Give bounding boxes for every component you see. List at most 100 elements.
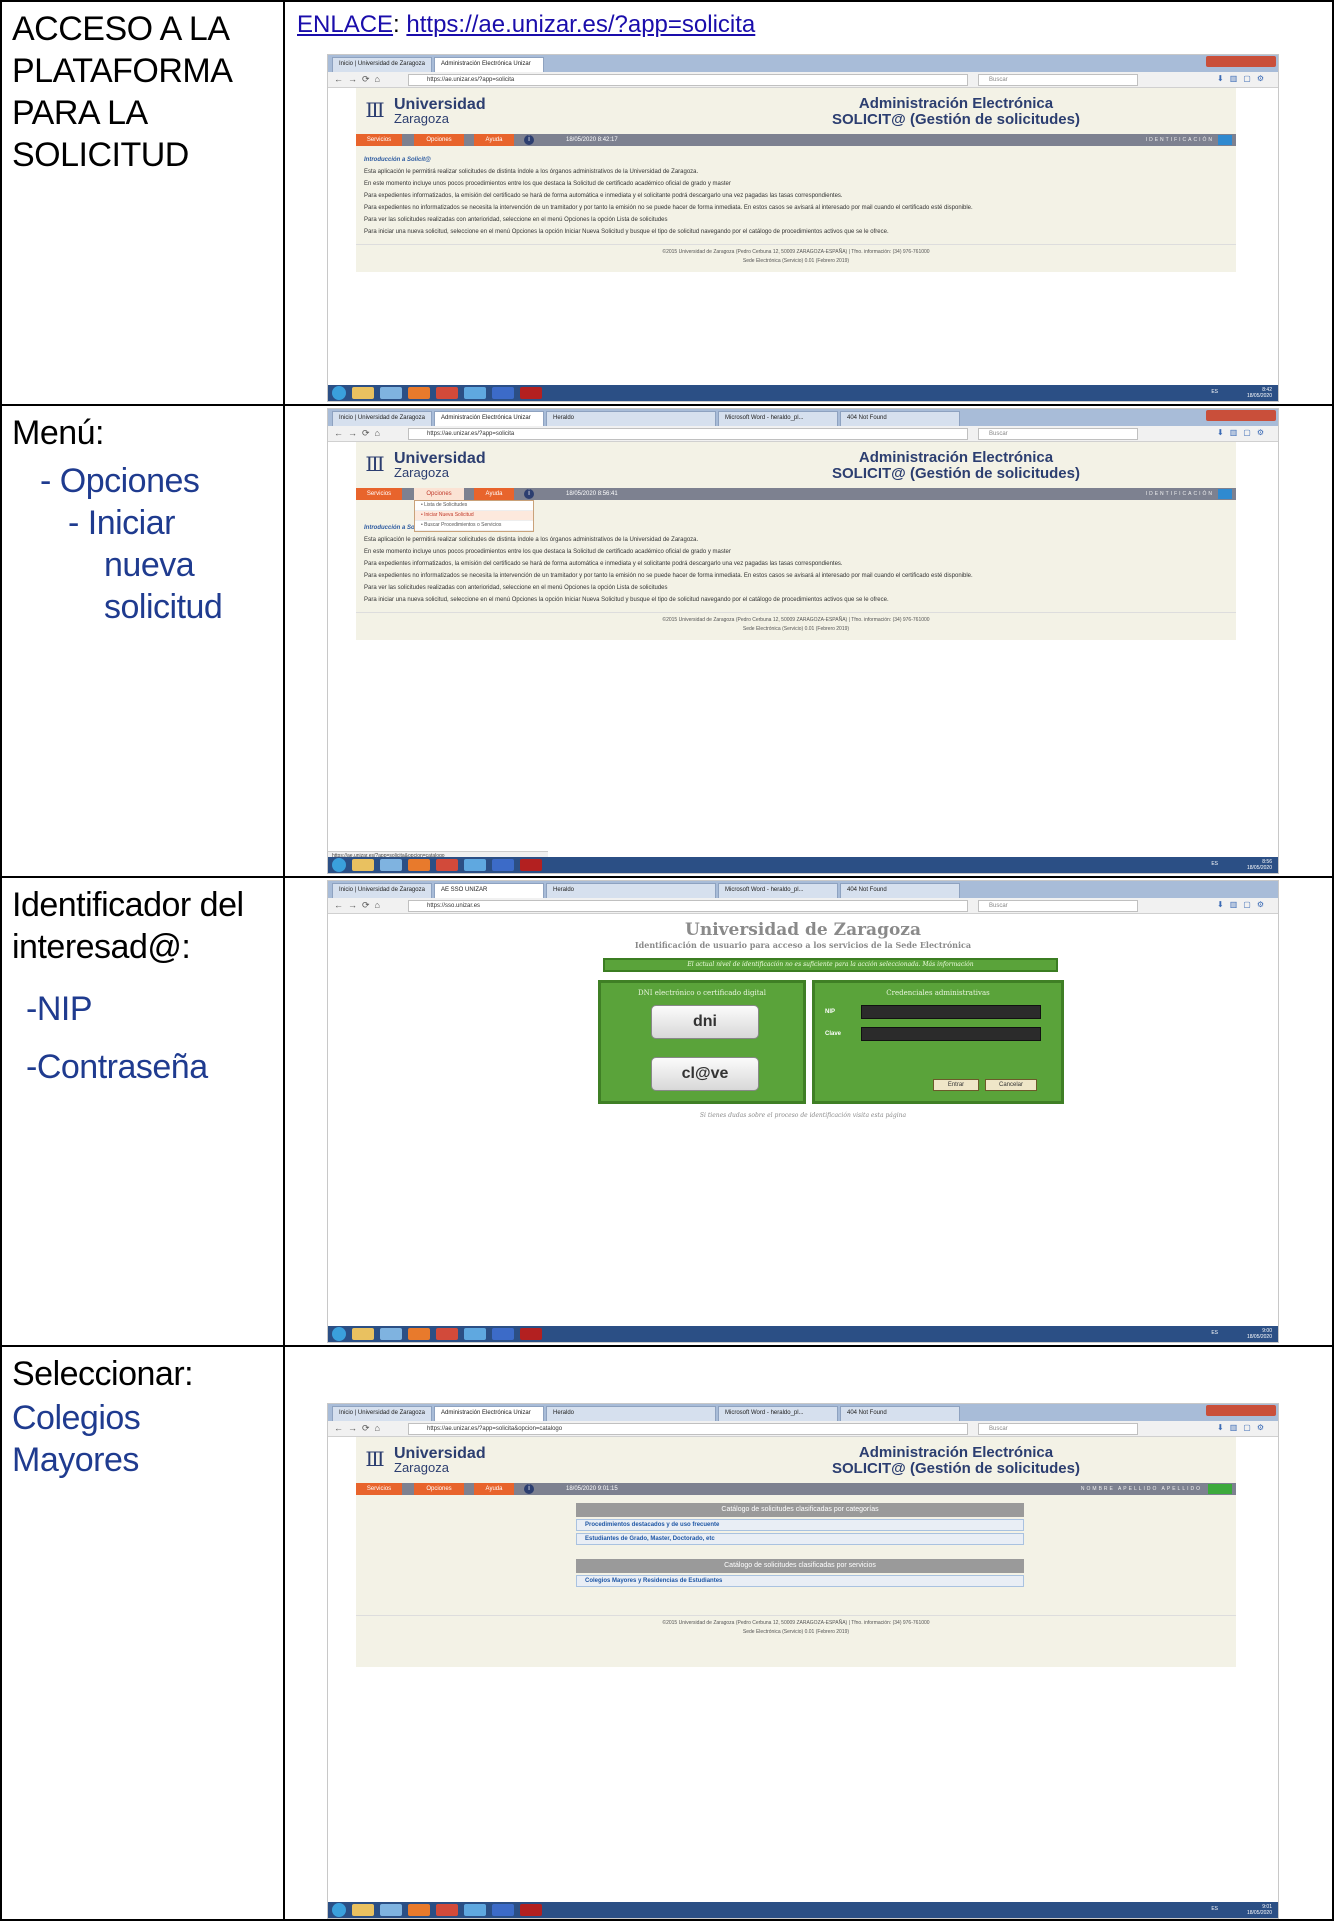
toolbar-icons[interactable]: ⬇▥▢⚙: [1217, 1423, 1270, 1432]
start-button-icon[interactable]: [332, 858, 346, 872]
toolbar-icons[interactable]: ⬇▥▢⚙: [1217, 428, 1270, 437]
menu-servicios[interactable]: Servicios: [356, 1483, 402, 1495]
info-icon[interactable]: i: [524, 489, 534, 499]
language-indicator[interactable]: ES: [1211, 389, 1218, 395]
browser-tab[interactable]: Inicio | Universidad de Zaragoza: [332, 1406, 432, 1421]
clave-button[interactable]: cl@ve: [651, 1057, 759, 1091]
browser-tab-active[interactable]: Administración Electrónica Unizar: [434, 57, 544, 72]
url-bar[interactable]: https://ae.unizar.es/?app=solicita&opcio…: [408, 1423, 968, 1435]
language-indicator[interactable]: ES: [1211, 861, 1218, 867]
search-input[interactable]: Buscar: [978, 1423, 1138, 1435]
info-icon[interactable]: i: [524, 1484, 534, 1494]
browser-tab[interactable]: 404 Not Found: [840, 411, 960, 426]
identificacion-link[interactable]: IDENTIFICACIÓN: [1146, 134, 1214, 146]
browser-tab[interactable]: Microsoft Word - heraldo_pl...: [718, 1406, 838, 1421]
app-icon[interactable]: [380, 1328, 402, 1340]
identification-banner[interactable]: El actual nivel de identificación no es …: [603, 958, 1058, 972]
search-input[interactable]: Buscar: [978, 900, 1138, 912]
folder-icon[interactable]: [352, 1328, 374, 1340]
app-icon[interactable]: [408, 859, 430, 871]
window-controls[interactable]: [1206, 410, 1276, 421]
window-controls[interactable]: [1206, 1405, 1276, 1416]
menu-opciones[interactable]: Opciones: [414, 488, 464, 500]
start-button-icon[interactable]: [332, 386, 346, 400]
pdf-icon[interactable]: [520, 387, 542, 399]
dropdown-item-buscar[interactable]: • Buscar Procedimientos o Servicios: [415, 521, 533, 531]
entrar-button[interactable]: Entrar: [933, 1079, 979, 1091]
url-bar[interactable]: https://ae.unizar.es/?app=solicita: [408, 74, 968, 86]
nav-buttons-icon[interactable]: ←→⟳⌂: [334, 1423, 385, 1434]
menu-servicios[interactable]: Servicios: [356, 488, 402, 500]
browser-tab-active[interactable]: AE SSO UNIZAR: [434, 883, 544, 898]
pdf-icon[interactable]: [520, 1328, 542, 1340]
login-icon[interactable]: [1218, 489, 1232, 499]
folder-icon[interactable]: [352, 859, 374, 871]
university-logo-text[interactable]: Universidad Zaragoza: [394, 97, 486, 126]
folder-icon[interactable]: [352, 387, 374, 399]
login-icon[interactable]: [1218, 135, 1232, 145]
info-icon[interactable]: i: [524, 135, 534, 145]
app-icon[interactable]: [464, 1904, 486, 1916]
menu-servicios[interactable]: Servicios: [356, 134, 402, 146]
language-indicator[interactable]: ES: [1211, 1330, 1218, 1336]
catalog-item[interactable]: Procedimientos destacados y de uso frecu…: [576, 1519, 1024, 1531]
toolbar-icons[interactable]: ⬇▥▢⚙: [1217, 900, 1270, 909]
url-bar[interactable]: https://ae.unizar.es/?app=solicita: [408, 428, 968, 440]
start-button-icon[interactable]: [332, 1327, 346, 1341]
university-logo-text[interactable]: Universidad Zaragoza: [394, 1446, 486, 1475]
browser-tab[interactable]: Heraldo: [546, 411, 716, 426]
app-icon[interactable]: [464, 1328, 486, 1340]
dropdown-item-iniciar[interactable]: • Iniciar Nueva Solicitud: [415, 511, 533, 521]
app-icon[interactable]: [380, 387, 402, 399]
browser-tab-active[interactable]: Administración Electrónica Unizar: [434, 1406, 544, 1421]
browser-tab[interactable]: Microsoft Word - heraldo_pl...: [718, 411, 838, 426]
solicita-url-link[interactable]: https://ae.unizar.es/?app=solicita: [406, 11, 755, 38]
browser-tab[interactable]: Heraldo: [546, 883, 716, 898]
browser-tab-active[interactable]: Administración Electrónica Unizar: [434, 411, 544, 426]
dropdown-item-lista[interactable]: • Lista de Solicitudes: [415, 501, 533, 511]
word-icon[interactable]: [492, 1328, 514, 1340]
menu-ayuda[interactable]: Ayuda: [474, 134, 514, 146]
app-icon[interactable]: [408, 1904, 430, 1916]
search-input[interactable]: Buscar: [978, 428, 1138, 440]
app-icon[interactable]: [464, 387, 486, 399]
catalog-item-colegios-mayores[interactable]: Colegios Mayores y Residencias de Estudi…: [576, 1575, 1024, 1587]
app-icon[interactable]: [380, 859, 402, 871]
menu-opciones[interactable]: Opciones: [414, 1483, 464, 1495]
app-icon[interactable]: [408, 387, 430, 399]
url-bar[interactable]: https://sso.unizar.es: [408, 900, 968, 912]
app-icon[interactable]: [408, 1328, 430, 1340]
language-indicator[interactable]: ES: [1211, 1906, 1218, 1912]
catalog-item[interactable]: Estudiantes de Grado, Master, Doctorado,…: [576, 1533, 1024, 1545]
identificacion-link[interactable]: IDENTIFICACIÓN: [1146, 488, 1214, 500]
nav-buttons-icon[interactable]: ←→⟳⌂: [334, 428, 385, 439]
toolbar-icons[interactable]: ⬇▥▢⚙: [1217, 74, 1270, 83]
word-icon[interactable]: [492, 859, 514, 871]
menu-opciones[interactable]: Opciones: [414, 134, 464, 146]
logout-icon[interactable]: [1208, 1484, 1232, 1494]
help-text[interactable]: Si tienes dudas sobre el proceso de iden…: [328, 1112, 1278, 1119]
browser-tab[interactable]: 404 Not Found: [840, 883, 960, 898]
app-icon[interactable]: [380, 1904, 402, 1916]
enlace-label-link[interactable]: ENLACE: [297, 11, 393, 38]
browser-tab[interactable]: Inicio | Universidad de Zaragoza: [332, 57, 432, 72]
menu-ayuda[interactable]: Ayuda: [474, 488, 514, 500]
menu-ayuda[interactable]: Ayuda: [474, 1483, 514, 1495]
cancelar-button[interactable]: Cancelar: [985, 1079, 1037, 1091]
pdf-icon[interactable]: [520, 1904, 542, 1916]
browser-tab[interactable]: Inicio | Universidad de Zaragoza: [332, 411, 432, 426]
dni-button[interactable]: dni: [651, 1005, 759, 1039]
browser-tab[interactable]: Inicio | Universidad de Zaragoza: [332, 883, 432, 898]
word-icon[interactable]: [492, 387, 514, 399]
browser-icon[interactable]: [436, 859, 458, 871]
app-icon[interactable]: [464, 859, 486, 871]
nip-input[interactable]: [861, 1005, 1041, 1019]
password-input[interactable]: [861, 1027, 1041, 1041]
nav-buttons-icon[interactable]: ←→⟳⌂: [334, 74, 385, 85]
browser-tab[interactable]: Microsoft Word - heraldo_pl...: [718, 883, 838, 898]
university-logo-text[interactable]: Universidad Zaragoza: [394, 451, 486, 480]
start-button-icon[interactable]: [332, 1903, 346, 1917]
folder-icon[interactable]: [352, 1904, 374, 1916]
browser-tab[interactable]: 404 Not Found: [840, 1406, 960, 1421]
browser-icon[interactable]: [436, 387, 458, 399]
